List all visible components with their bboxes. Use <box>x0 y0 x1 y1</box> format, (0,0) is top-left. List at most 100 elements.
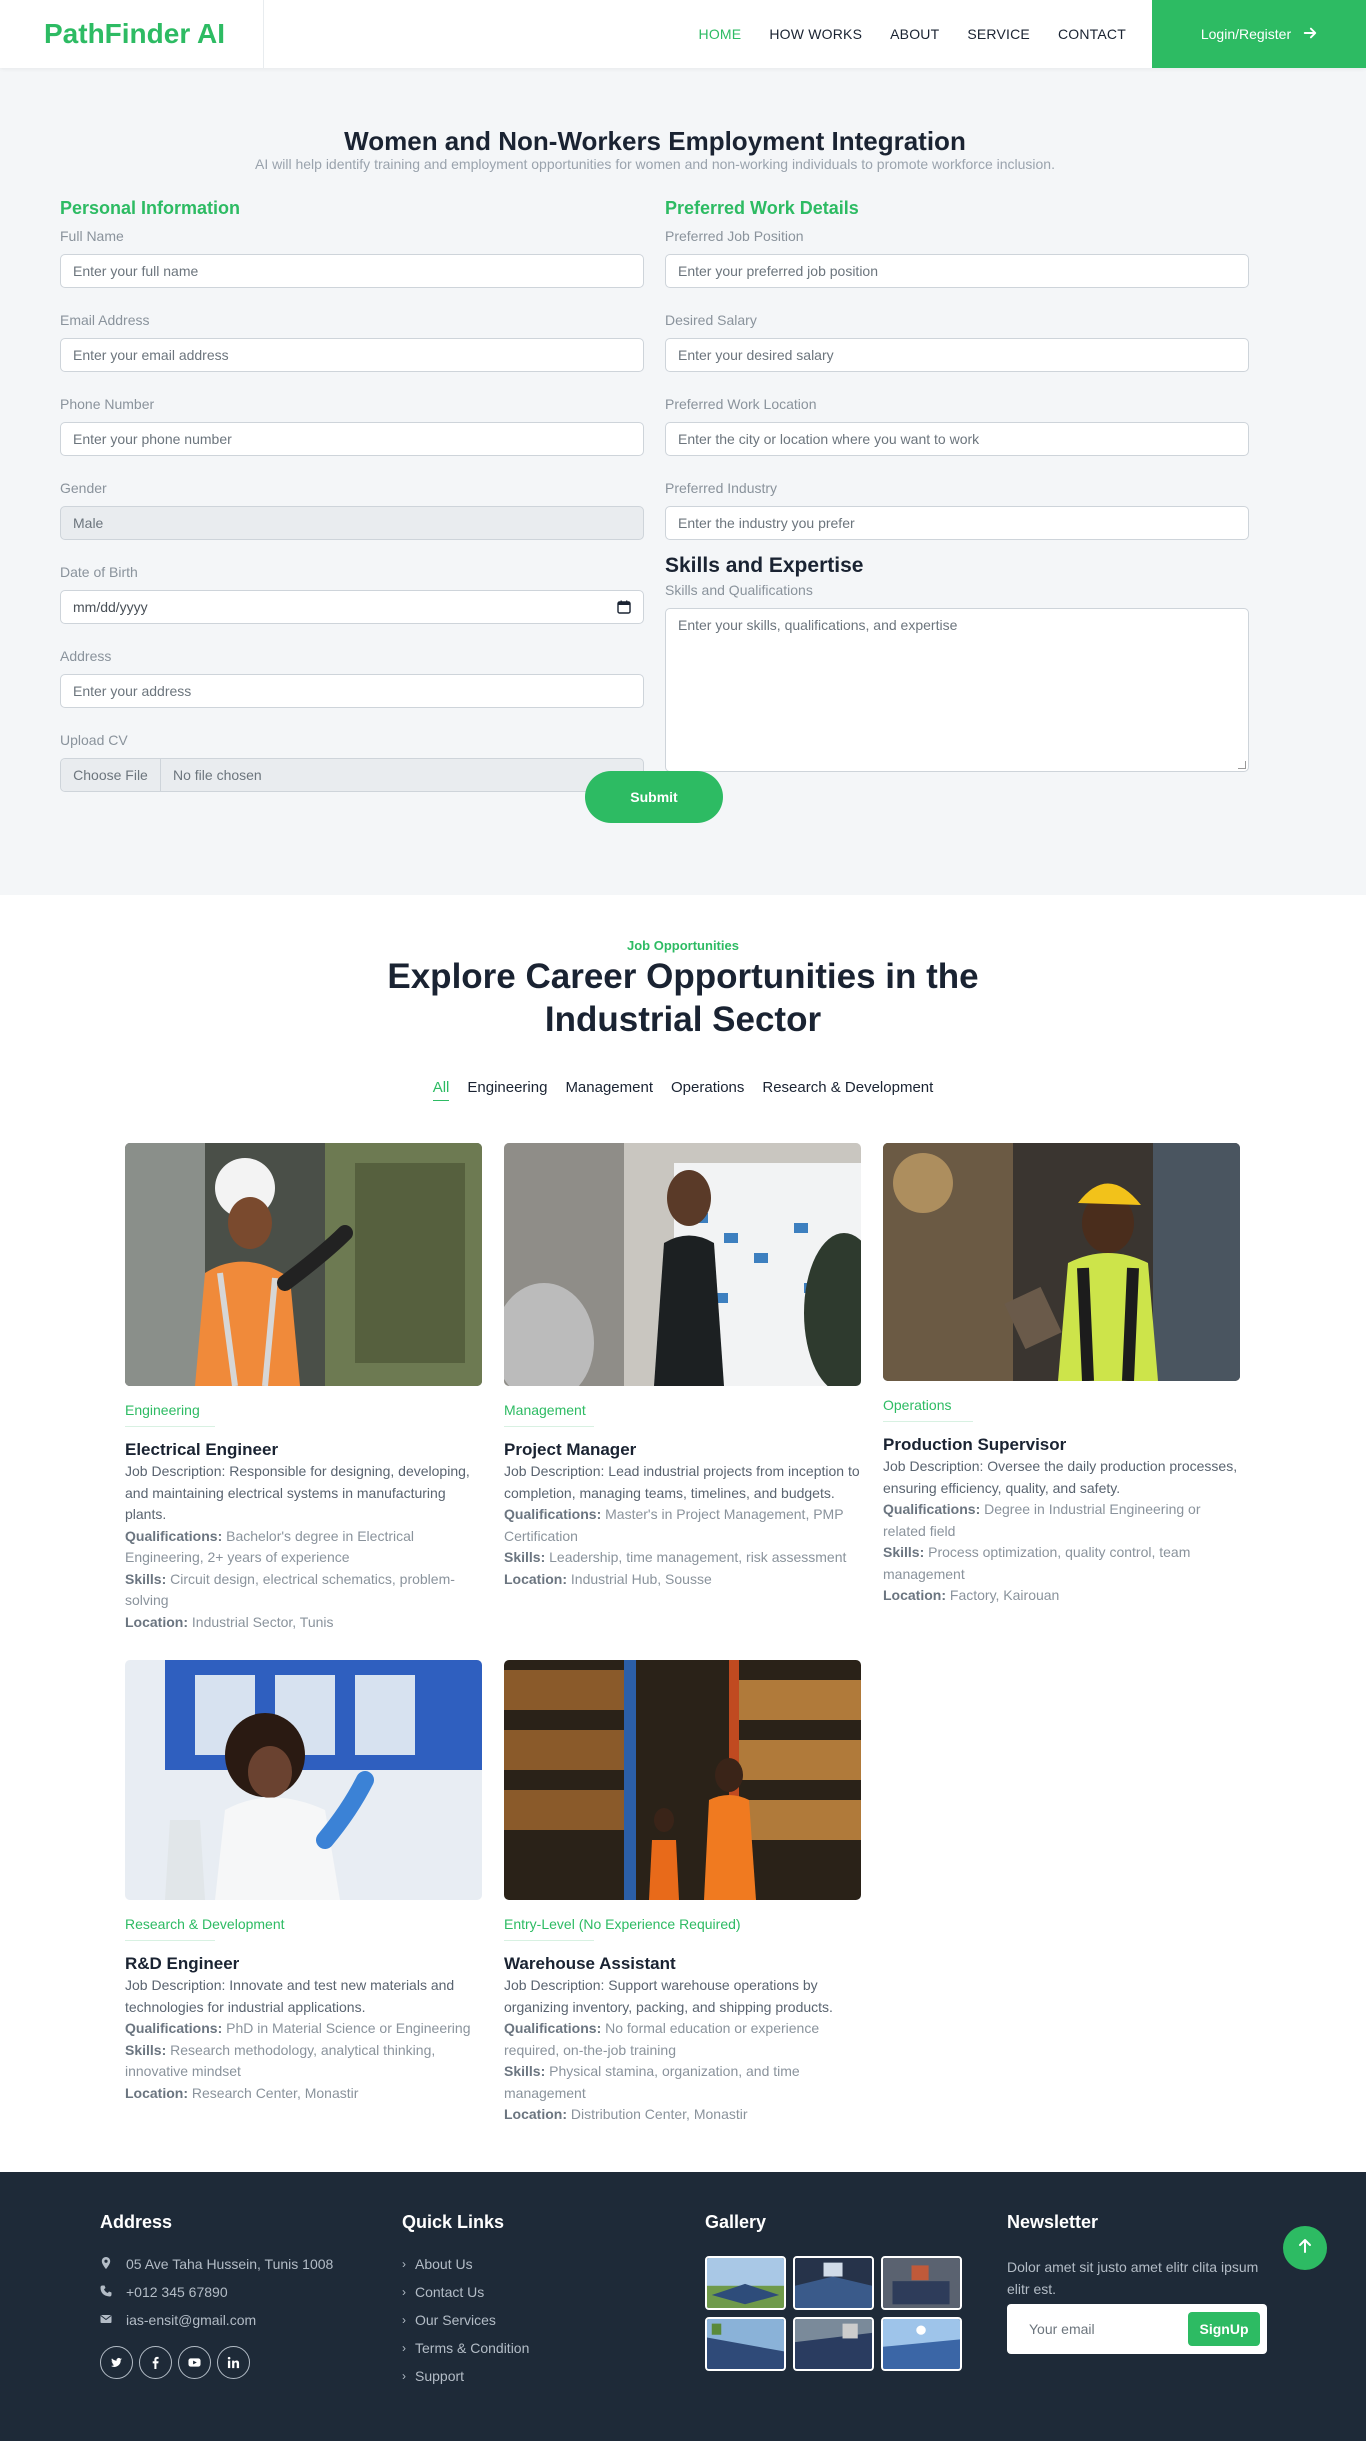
nav-how-works[interactable]: HOW WORKS <box>769 26 862 42</box>
job-skills: Skills: Research methodology, analytical… <box>125 2041 436 2080</box>
youtube-icon[interactable] <box>178 2346 211 2379</box>
phone-icon <box>100 2284 112 2300</box>
salary-input[interactable]: Enter your desired salary <box>665 338 1249 372</box>
jobs-section: Job Opportunities Explore Career Opportu… <box>0 895 1366 2172</box>
twitter-icon[interactable] <box>100 2346 133 2379</box>
nav-contact[interactable]: CONTACT <box>1058 26 1126 42</box>
gallery-thumbnail[interactable] <box>793 2256 874 2310</box>
gallery-thumbnail[interactable] <box>881 2256 962 2310</box>
job-card[interactable]: Management Project Manager Job Descripti… <box>504 1143 861 1590</box>
nav-service[interactable]: SERVICE <box>967 26 1030 42</box>
chevron-right-icon: › <box>402 2313 406 2327</box>
filter-operations[interactable]: Operations <box>671 1079 744 1101</box>
registration-section: Women and Non-Workers Employment Integra… <box>0 68 1366 895</box>
job-position-input[interactable]: Enter your preferred job position <box>665 254 1249 288</box>
job-title: R&D Engineer <box>125 1954 240 1973</box>
email-label: Email Address <box>60 312 150 328</box>
upload-cv-input[interactable]: Choose File No file chosen <box>60 758 644 792</box>
form-subtitle: AI will help identify training and emplo… <box>255 156 1055 172</box>
gallery-thumbnail[interactable] <box>881 2317 962 2371</box>
job-qualifications: Qualifications: Bachelor's degree in Ele… <box>125 1527 415 1566</box>
nav-about[interactable]: ABOUT <box>890 26 939 42</box>
footer-link-support[interactable]: › Support <box>402 2368 529 2384</box>
job-category: Research & Development <box>125 1916 285 1932</box>
footer-address: 05 Ave Taha Hussein, Tunis 1008 <box>100 2256 333 2272</box>
submit-button[interactable]: Submit <box>585 771 723 823</box>
job-title: Warehouse Assistant <box>504 1954 676 1973</box>
footer-link-contact[interactable]: › Contact Us <box>402 2284 529 2300</box>
gallery-thumbnail[interactable] <box>793 2317 874 2371</box>
job-title: Project Manager <box>504 1440 637 1459</box>
salary-label: Desired Salary <box>665 312 757 328</box>
footer-gallery-heading: Gallery <box>705 2212 767 2232</box>
job-location: Location: Industrial Hub, Sousse <box>504 1570 712 1587</box>
footer-phone: +012 345 67890 <box>100 2284 333 2300</box>
newsletter-text: Dolor amet sit justo amet elitr clita ip… <box>1007 2259 1259 2297</box>
gender-select[interactable]: Male <box>60 506 644 540</box>
email-input[interactable]: Enter your email address <box>60 338 644 372</box>
job-image-engineer <box>125 1143 482 1386</box>
job-category: Management <box>504 1402 586 1418</box>
job-image-warehouse <box>504 1660 861 1900</box>
newsletter-email-input[interactable]: Your email <box>1029 2304 1095 2354</box>
job-location: Location: Industrial Sector, Tunis <box>125 1613 334 1630</box>
address-input[interactable]: Enter your address <box>60 674 644 708</box>
job-description: Job Description: Innovate and test new m… <box>125 1977 455 2015</box>
industry-input[interactable]: Enter the industry you prefer <box>665 506 1249 540</box>
linkedin-icon[interactable] <box>217 2346 250 2379</box>
skills-label: Skills and Qualifications <box>665 582 813 598</box>
personal-info-heading: Personal Information <box>60 198 241 218</box>
footer-link-services[interactable]: › Our Services <box>402 2312 529 2328</box>
job-qualifications: Qualifications: Master's in Project Mana… <box>504 1506 844 1544</box>
dob-input[interactable]: mm/dd/yyyy <box>60 590 644 624</box>
login-register-label: Login/Register <box>1200 26 1292 42</box>
filter-engineering[interactable]: Engineering <box>467 1079 547 1101</box>
filter-research-development[interactable]: Research & Development <box>762 1079 933 1101</box>
signup-button[interactable]: SignUp <box>1188 2312 1260 2346</box>
phone-input[interactable]: Enter your phone number <box>60 422 644 456</box>
resize-handle[interactable] <box>1238 761 1246 769</box>
footer-email: ias-ensit@gmail.com <box>100 2312 333 2328</box>
choose-file-button[interactable]: Choose File <box>61 759 161 791</box>
navbar: PathFinder AI HOME HOW WORKS ABOUT SERVI… <box>0 0 1366 68</box>
login-register-button[interactable]: Login/Register <box>1152 0 1366 68</box>
dob-placeholder: mm/dd/yyyy <box>73 599 148 615</box>
skills-textarea[interactable]: Enter your skills, qualifications, and e… <box>665 608 1249 772</box>
preferred-work-column: Preferred Work Details Preferred Job Pos… <box>665 196 1249 772</box>
brand-logo[interactable]: PathFinder AI <box>0 0 264 68</box>
job-category: Engineering <box>125 1402 200 1418</box>
job-card[interactable]: Operations Production Supervisor Job Des… <box>883 1143 1240 1607</box>
job-skills: Skills: Leadership, time management, ris… <box>504 1549 847 1565</box>
job-description: Job Description: Oversee the daily produ… <box>883 1458 1238 1496</box>
footer-links-column: Quick Links › About Us › Contact Us › Our S… <box>402 2212 529 2384</box>
upload-cv-label: Upload CV <box>60 732 128 748</box>
job-skills: Skills: Physical stamina, organization, … <box>504 2063 800 2101</box>
job-card[interactable]: Engineering Electrical Engineer Job Desc… <box>125 1143 482 1633</box>
gallery-thumbnail[interactable] <box>705 2317 786 2371</box>
filter-all[interactable]: All <box>432 1079 450 1101</box>
newsletter-form: Your email SignUp <box>1007 2304 1267 2354</box>
skills-heading: Skills and Expertise <box>665 554 864 577</box>
footer-link-terms[interactable]: › Terms & Condition <box>402 2340 529 2356</box>
filter-management[interactable]: Management <box>565 1079 653 1101</box>
back-to-top-button[interactable] <box>1283 2226 1327 2270</box>
address-label: Address <box>60 648 112 664</box>
work-location-input[interactable]: Enter the city or location where you wan… <box>665 422 1249 456</box>
nav-home[interactable]: HOME <box>699 26 742 42</box>
chevron-right-icon: › <box>402 2285 406 2299</box>
job-skills: Skills: Process optimization, quality co… <box>883 1544 1191 1582</box>
facebook-icon[interactable] <box>139 2346 172 2379</box>
gallery-grid <box>705 2256 962 2371</box>
footer-newsletter-heading: Newsletter <box>1007 2212 1099 2232</box>
footer-link-about[interactable]: › About Us <box>402 2256 529 2272</box>
social-links <box>100 2346 333 2379</box>
job-card[interactable]: Entry-Level (No Experience Required) War… <box>504 1660 861 2126</box>
full-name-input[interactable]: Enter your full name <box>60 254 644 288</box>
job-position-label: Preferred Job Position <box>665 228 804 244</box>
gallery-thumbnail[interactable] <box>705 2256 786 2310</box>
job-location: Location: Research Center, Monastir <box>125 2084 359 2101</box>
calendar-icon[interactable] <box>617 600 631 614</box>
skills-placeholder: Enter your skills, qualifications, and e… <box>678 617 958 633</box>
job-card[interactable]: Research & Development R&D Engineer Job … <box>125 1660 482 2104</box>
job-title: Production Supervisor <box>883 1435 1067 1454</box>
